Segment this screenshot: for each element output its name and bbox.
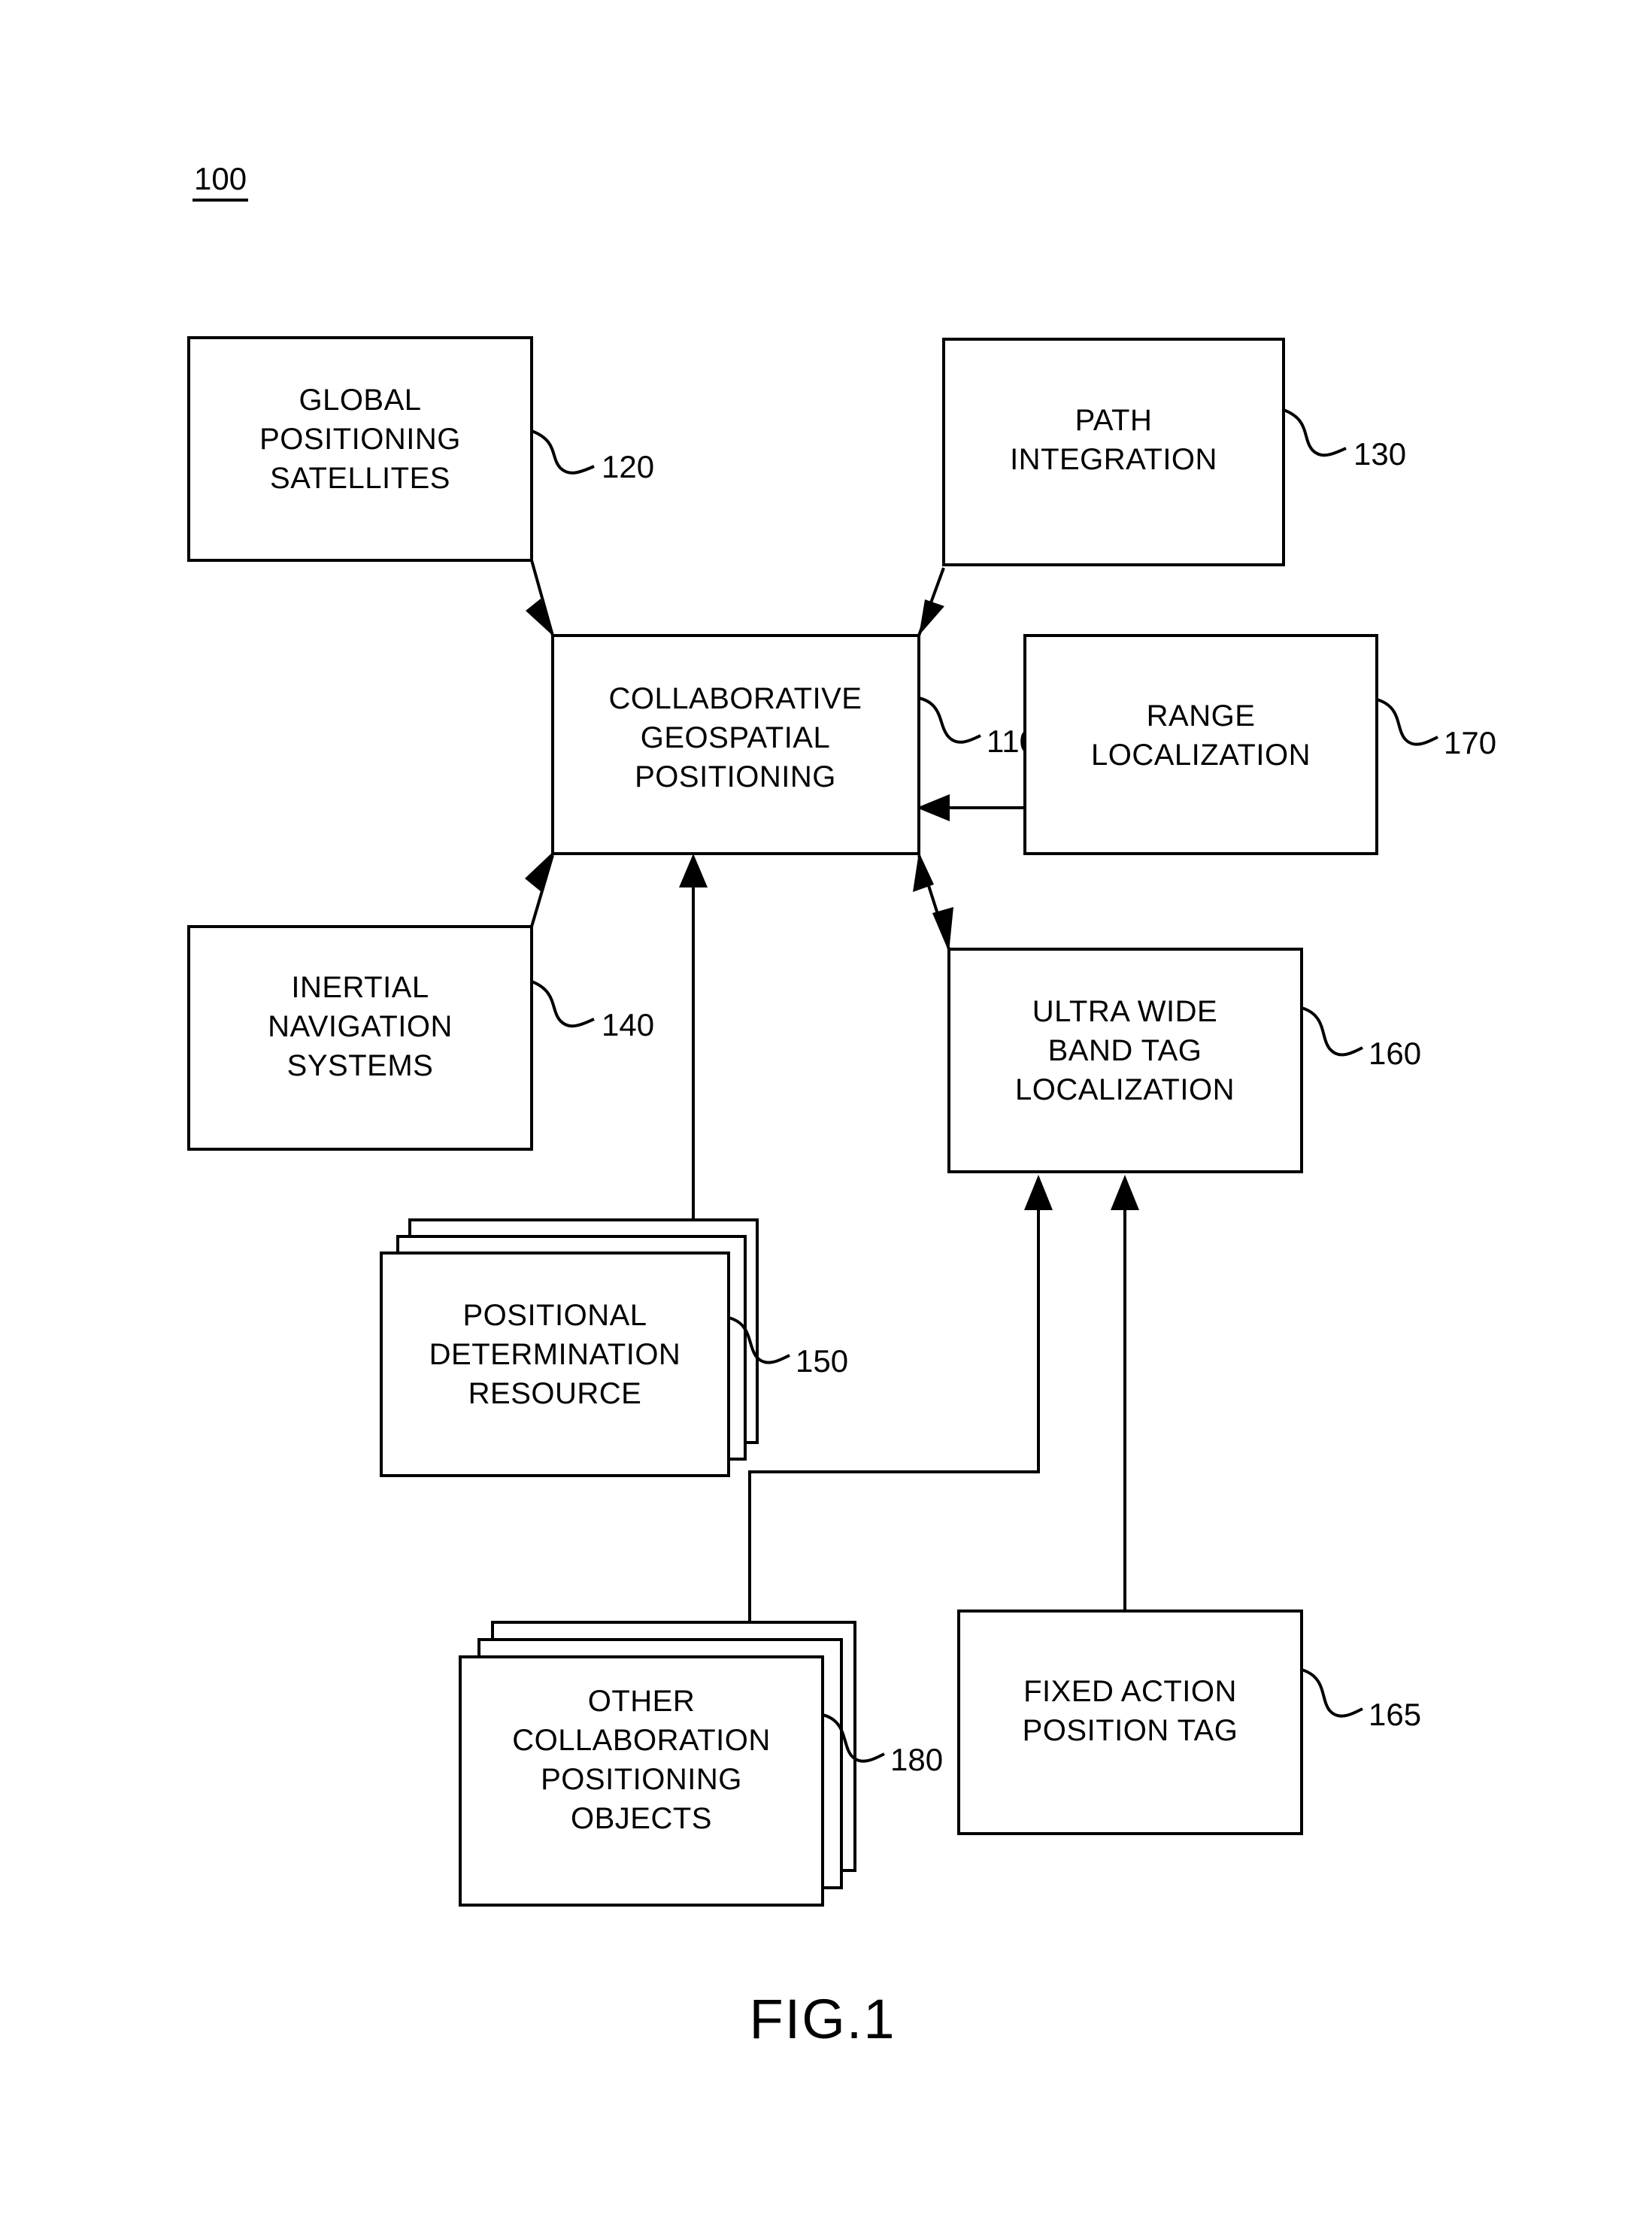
ref-label-180: 180: [890, 1742, 943, 1777]
box-cgp-line-2: POSITIONING: [635, 760, 836, 793]
box-ins-line-2: SYSTEMS: [287, 1049, 434, 1082]
box-ins-line-0: INERTIAL: [291, 971, 429, 1004]
leader-line-110: [918, 696, 981, 744]
system-reference-text: 100: [194, 161, 247, 196]
ref-label-160: 160: [1369, 1036, 1421, 1071]
box-gps-line-2: SATELLITES: [270, 462, 450, 495]
arrowhead-uwb-to-cgp: [913, 852, 934, 892]
box-uwb-line-2: LOCALIZATION: [1015, 1073, 1235, 1106]
arrowhead-range-localization-to-cgp: [917, 794, 950, 821]
figure-caption: FIG.1: [749, 1988, 896, 2050]
leader-line-160: [1301, 1006, 1363, 1057]
arrowhead-other-objects-to-uwb: [1024, 1175, 1053, 1210]
arrowhead-pdr-to-cgp: [679, 854, 708, 887]
box-uwb-line-0: ULTRA WIDE: [1032, 995, 1218, 1028]
box-gps-line-1: POSITIONING: [259, 423, 461, 456]
box-gps-line-0: GLOBAL: [299, 384, 421, 417]
ref-label-170: 170: [1444, 725, 1496, 760]
box-ins-line-1: NAVIGATION: [268, 1010, 453, 1043]
ref-label-150: 150: [796, 1343, 848, 1379]
box-ultra-wide-band-tag-localization[interactable]: ULTRA WIDE BAND TAG LOCALIZATION 160: [947, 948, 1421, 1173]
box-other-collaboration-positioning-objects[interactable]: OTHER COLLABORATION POSITIONING OBJECTS …: [459, 1621, 943, 1907]
box-collaborative-geospatial-positioning[interactable]: COLLABORATIVE GEOSPATIAL POSITIONING 110: [551, 634, 1037, 855]
box-fixed-tag-line-0: FIXED ACTION: [1023, 1675, 1237, 1708]
arrowhead-fixed-tag-to-uwb: [1111, 1175, 1139, 1210]
box-pdr-line-2: RESOURCE: [468, 1377, 642, 1410]
leader-line-130: [1283, 408, 1347, 457]
ref-label-120: 120: [602, 449, 654, 484]
box-global-positioning-satellites[interactable]: GLOBAL POSITIONING SATELLITES 120: [187, 336, 654, 562]
box-path-integration[interactable]: PATH INTEGRATION 130: [942, 338, 1406, 566]
ref-label-130: 130: [1353, 436, 1406, 472]
box-oco-line-2: POSITIONING: [541, 1763, 742, 1796]
box-cgp-line-1: GEOSPATIAL: [641, 721, 830, 754]
leader-line-120: [531, 429, 595, 475]
box-path-integration-line-0: PATH: [1075, 404, 1153, 437]
box-oco-line-3: OBJECTS: [571, 1802, 712, 1835]
leader-line-170: [1376, 698, 1438, 746]
ref-label-140: 140: [602, 1007, 654, 1042]
ref-label-165: 165: [1369, 1697, 1421, 1732]
box-path-integration-line-1: INTEGRATION: [1010, 443, 1217, 476]
box-oco-line-1: COLLABORATION: [512, 1724, 771, 1757]
box-fixed-tag-line-1: POSITION TAG: [1023, 1714, 1238, 1747]
patent-figure: 100 GLOBAL POSITIONING SATELLITES 120 PA…: [0, 0, 1652, 2233]
box-cgp-line-0: COLLABORATIVE: [609, 682, 862, 715]
box-inertial-navigation-systems[interactable]: INERTIAL NAVIGATION SYSTEMS 140: [187, 925, 654, 1151]
connector-other-objects-to-uwb: [748, 1203, 1040, 1647]
leader-line-165: [1301, 1668, 1363, 1718]
box-range-localization[interactable]: RANGE LOCALIZATION 170: [1023, 634, 1496, 855]
box-oco-line-0: OTHER: [588, 1685, 696, 1718]
system-reference-label: 100: [192, 161, 248, 202]
box-uwb-line-1: BAND TAG: [1048, 1034, 1202, 1067]
box-range-localization-line-0: RANGE: [1147, 699, 1256, 733]
box-pdr-line-0: POSITIONAL: [462, 1299, 647, 1332]
box-range-localization-line-1: LOCALIZATION: [1091, 739, 1311, 772]
box-fixed-action-position-tag[interactable]: FIXED ACTION POSITION TAG 165: [957, 1610, 1421, 1835]
leader-line-140: [531, 980, 595, 1028]
box-pdr-line-1: DETERMINATION: [429, 1338, 681, 1371]
arrowhead-path-integration-to-cgp: [919, 599, 944, 636]
arrowhead-cgp-to-uwb: [932, 907, 953, 952]
box-positional-determination-resource[interactable]: POSITIONAL DETERMINATION RESOURCE 150: [380, 1218, 848, 1477]
